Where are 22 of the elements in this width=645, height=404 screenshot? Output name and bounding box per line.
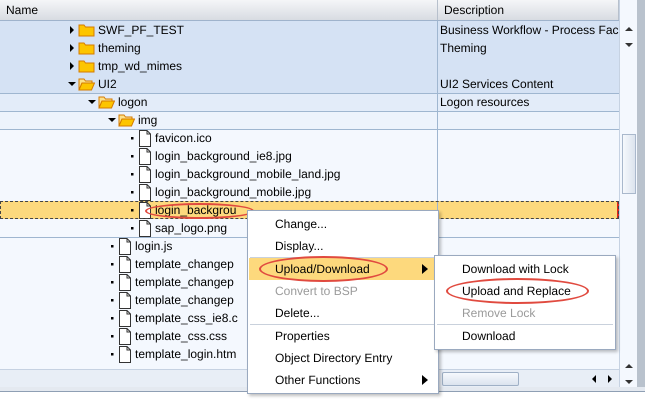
item-name: login.js — [135, 239, 172, 253]
item-name: template_css.css — [135, 329, 228, 343]
item-name: template_changep — [135, 257, 234, 271]
item-name: img — [138, 113, 158, 127]
item-name: tmp_wd_mimes — [98, 59, 182, 73]
item-name: SWF_PF_TEST — [98, 23, 184, 37]
item-name: template_login.htm — [135, 347, 236, 361]
item-name: sap_logo.png — [155, 221, 228, 235]
item-description: Business Workflow - Process Fac — [440, 23, 618, 37]
item-description: UI2 Services Content — [440, 77, 554, 91]
item-name: theming — [98, 41, 141, 55]
item-name: UI2 — [98, 77, 117, 91]
item-name: favicon.ico — [155, 131, 212, 145]
item-name: login_background_mobile_land.jpg — [155, 167, 340, 181]
item-description: Logon resources — [440, 95, 530, 109]
item-name: login_background_mobile.jpg — [155, 185, 312, 199]
item-name: login_background_ie8.jpg — [155, 149, 292, 163]
item-name: logon — [118, 95, 148, 109]
item-name: template_changep — [135, 275, 234, 289]
item-name: template_changep — [135, 293, 234, 307]
item-name: template_css_ie8.c — [135, 311, 238, 325]
item-description: Theming — [440, 41, 487, 55]
